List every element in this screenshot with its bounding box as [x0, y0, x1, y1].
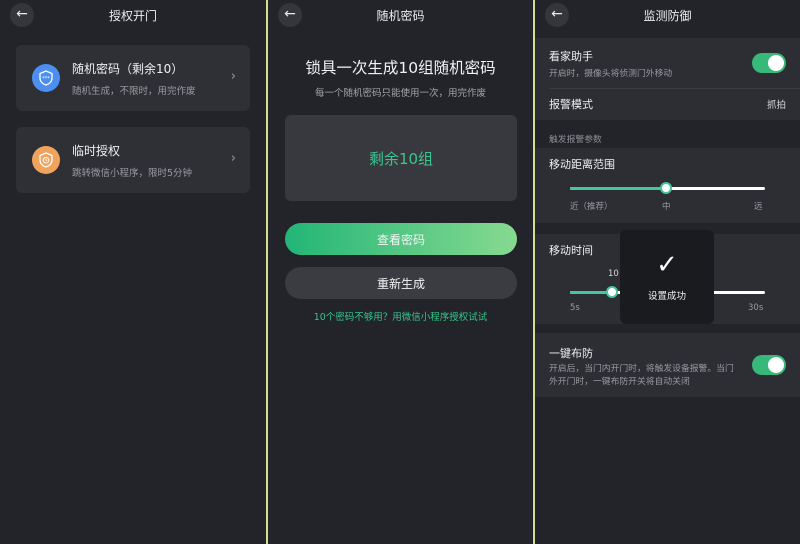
alarm-mode-label: 报警模式 — [549, 98, 593, 111]
tick-near: 近（推荐） — [570, 202, 613, 212]
shield-password-icon: *** — [32, 64, 60, 92]
screen-random-password: ← 随机密码 锁具一次生成10组随机密码 每一个随机密码只能使用一次，用完作废 … — [268, 0, 533, 544]
distance-section: 移动距离范围 近（推荐） 中 远 — [535, 148, 800, 223]
time-min: 5s — [570, 303, 580, 313]
view-password-button[interactable]: 查看密码 — [285, 223, 517, 255]
one-key-section: 一键布防 开启后，当门内开门时，将触发设备报警。当门 外开门时，一键布防开关将自… — [535, 333, 800, 397]
time-slider-knob[interactable] — [606, 286, 618, 298]
tick-far: 远 — [754, 202, 763, 212]
svg-text:***: *** — [42, 76, 50, 82]
chevron-right-icon: › — [230, 151, 236, 166]
page-title: 监测防御 — [643, 9, 692, 23]
regenerate-button[interactable]: 重新生成 — [285, 267, 517, 299]
screen-authorize-open: ← 授权开门 *** 随机密码（剩余10） 随机生成，不限时，用完作废 › 临时… — [0, 0, 266, 544]
distance-slider-knob[interactable] — [660, 182, 672, 194]
page-title: 随机密码 — [376, 9, 425, 23]
chevron-right-icon: › — [230, 69, 236, 84]
shield-clock-icon — [32, 146, 60, 174]
alarm-mode-value[interactable]: 抓拍 — [767, 97, 786, 111]
card-subtitle: 跳转微信小程序，限时5分钟 — [72, 168, 193, 179]
guard-title: 看家助手 — [549, 50, 593, 63]
one-key-subtitle-line1: 开启后，当门内开门时，将触发设备报警。当门 — [549, 364, 734, 374]
random-password-card[interactable]: *** 随机密码（剩余10） 随机生成，不限时，用完作废 › — [16, 45, 250, 111]
top-bar: ← 授权开门 — [0, 0, 266, 30]
guard-section: 看家助手 开启时，摄像头将侦测门外移动 报警模式 抓拍 — [535, 38, 800, 120]
distance-label: 移动距离范围 — [549, 158, 615, 171]
subheading: 每一个随机密码只能使用一次，用完作废 — [314, 88, 486, 99]
card-title: 临时授权 — [72, 144, 121, 158]
tick-mid: 中 — [662, 202, 671, 212]
remaining-count: 剩余10组 — [368, 149, 434, 168]
card-subtitle: 随机生成，不限时，用完作废 — [72, 86, 196, 97]
time-max: 30s — [748, 303, 764, 313]
one-key-title: 一键布防 — [549, 347, 593, 360]
success-toast: ✓ 设置成功 — [620, 230, 714, 324]
heading: 锁具一次生成10组随机密码 — [305, 59, 496, 77]
top-bar: ← 监测防御 — [535, 0, 800, 30]
temporary-auth-card[interactable]: 临时授权 跳转微信小程序，限时5分钟 › — [16, 127, 250, 193]
top-bar: ← 随机密码 — [268, 0, 533, 30]
guard-toggle[interactable] — [752, 53, 786, 73]
toast-message: 设置成功 — [647, 291, 686, 302]
remaining-count-box: 剩余10组 — [285, 115, 517, 201]
check-icon: ✓ — [656, 250, 678, 280]
wechat-miniprogram-link[interactable]: 10个密码不够用？用微信小程序授权试试 — [268, 309, 533, 323]
divider — [549, 88, 800, 89]
distance-track-fill — [570, 187, 667, 190]
guard-subtitle: 开启时，摄像头将侦测门外移动 — [549, 69, 673, 79]
time-label: 移动时间 — [549, 244, 593, 257]
one-key-subtitle-line2: 外开门时，一键布防开关将自动关闭 — [549, 377, 690, 387]
card-title: 随机密码（剩余10） — [72, 62, 184, 76]
page-title: 授权开门 — [108, 9, 157, 23]
time-value-label: 10 — [608, 269, 619, 279]
one-key-toggle[interactable] — [752, 355, 786, 375]
group-label: 触发报警参数 — [549, 135, 602, 145]
